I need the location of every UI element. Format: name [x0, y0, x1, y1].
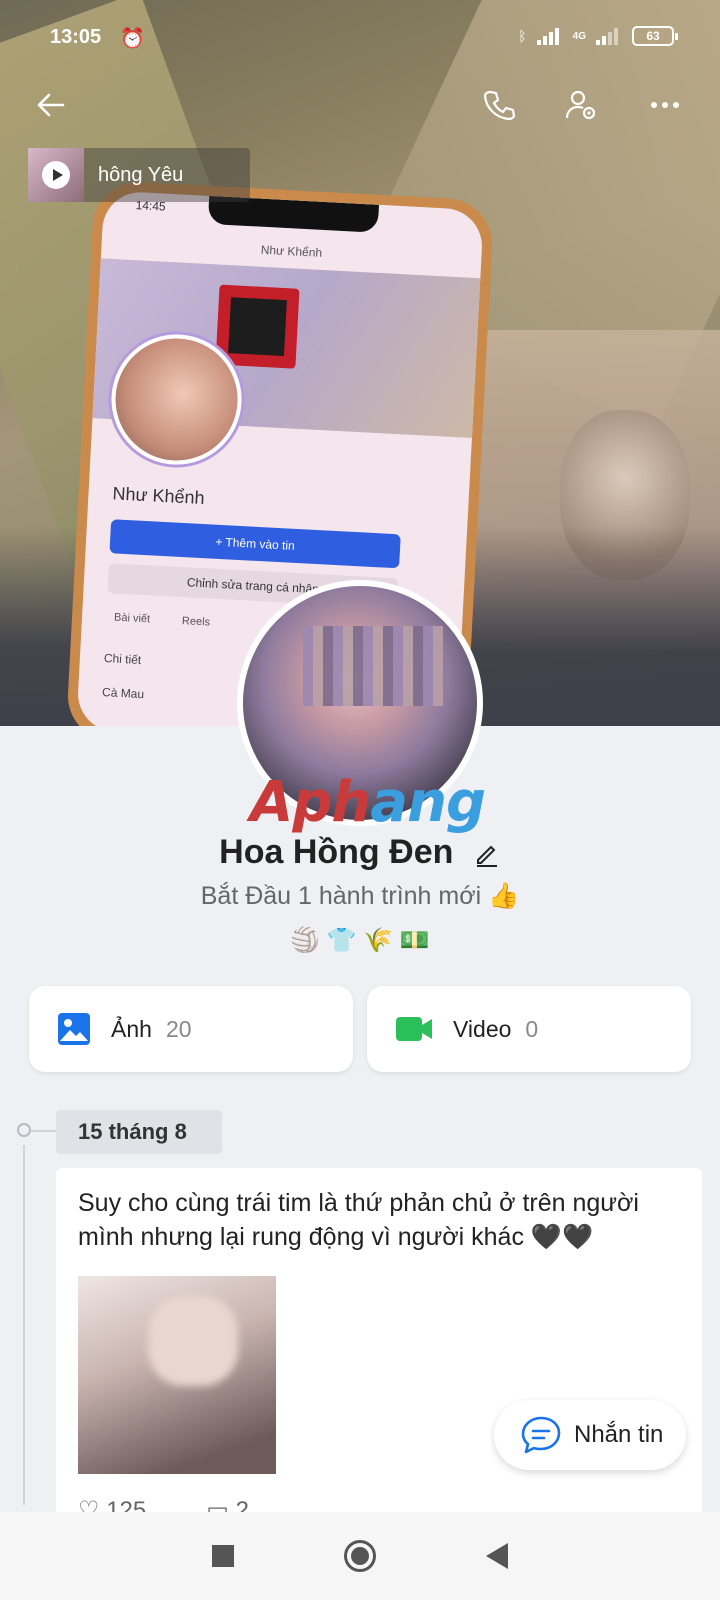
profile-name: Hoa Hồng Đen: [0, 833, 720, 872]
profile-name-text: Hoa Hồng Đen: [219, 833, 454, 871]
phone-add-story-button: + Thêm vào tin: [109, 519, 401, 569]
status-bar: 13:05 ⏰ ᛒ 4G 63: [0, 0, 720, 70]
more-button[interactable]: [640, 80, 690, 130]
home-icon[interactable]: [344, 1540, 376, 1572]
phone-tab-posts: Bài viết: [113, 611, 151, 626]
alarm-icon: ⏰: [120, 28, 145, 50]
photos-label: Ảnh: [111, 1015, 152, 1042]
profile-song-chip[interactable]: hông Yêu: [28, 148, 250, 202]
videos-card[interactable]: Video 0: [367, 986, 691, 1072]
recent-apps-icon[interactable]: [212, 1545, 234, 1567]
image-icon: [58, 1013, 90, 1045]
user-settings-icon: [565, 90, 596, 120]
image-blur: [148, 1296, 238, 1386]
battery-icon: 63: [632, 26, 678, 46]
signal-icon: [596, 27, 622, 45]
post-image[interactable]: [78, 1276, 276, 1474]
chat-bubble-icon: [521, 1416, 561, 1454]
system-navigation-bar: [0, 1512, 720, 1600]
edit-icon[interactable]: [473, 840, 501, 868]
video-camera-icon: [396, 1017, 432, 1041]
videos-label: Video: [453, 1015, 512, 1042]
phone-profile-name: Như Khểnh: [112, 483, 206, 509]
network-label: 4G: [572, 30, 586, 42]
back-arrow-icon: [37, 93, 65, 117]
more-icon: [651, 102, 679, 108]
timeline-line: [23, 1145, 25, 1505]
timeline-date: 15 tháng 8: [56, 1110, 222, 1154]
watermark-part1: Aph: [250, 770, 371, 835]
photos-count: 20: [165, 1015, 192, 1042]
photos-card[interactable]: Ảnh 20: [29, 986, 353, 1072]
watermark-part2: ang: [370, 770, 486, 835]
avatar-pixelation: [303, 626, 443, 706]
phone-tab-reels: Reels: [181, 615, 211, 629]
play-icon[interactable]: [42, 161, 70, 189]
call-button[interactable]: [474, 80, 524, 130]
back-triangle-icon[interactable]: [486, 1543, 508, 1569]
phone-details: Chi tiết: [103, 651, 142, 667]
message-button[interactable]: Nhắn tin: [494, 1400, 686, 1470]
back-button[interactable]: [26, 80, 76, 130]
post-text: Suy cho cùng trái tim là thứ phản chủ ở …: [78, 1189, 639, 1251]
profile-bio: Bắt Đầu 1 hành trình mới 👍: [200, 882, 520, 910]
signal-icon: [536, 27, 563, 45]
timeline-dot: [17, 1123, 31, 1137]
song-thumbnail: [28, 148, 84, 202]
watermark-logo: Aphang: [250, 770, 486, 835]
status-icons: ᛒ 4G 63: [518, 26, 678, 46]
videos-count: 0: [525, 1015, 539, 1042]
song-title: hông Yêu: [98, 163, 184, 186]
phone-icon: [483, 90, 516, 121]
phone-location: Cà Mau: [101, 685, 145, 702]
timeline-connector: [31, 1130, 57, 1132]
profile-settings-button[interactable]: [556, 80, 606, 130]
bluetooth-icon: ᛒ: [518, 28, 527, 44]
status-time: 13:05: [50, 26, 102, 48]
profile-emoji-line: 🏐 👕 🌾 💵: [290, 927, 430, 954]
message-button-label: Nhắn tin: [574, 1421, 664, 1448]
jewelry-box: [215, 284, 300, 369]
